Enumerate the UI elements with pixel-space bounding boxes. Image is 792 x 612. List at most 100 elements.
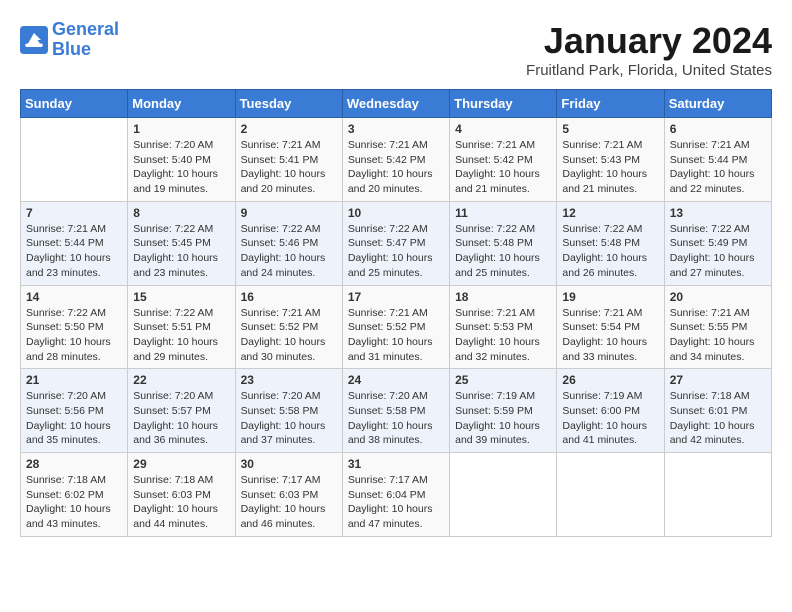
app-logo: General Blue <box>20 20 119 60</box>
day-number: 1 <box>133 122 229 136</box>
calendar-cell: 1 Sunrise: 7:20 AMSunset: 5:40 PMDaylight… <box>128 118 235 202</box>
day-info: Sunrise: 7:18 AMSunset: 6:03 PMDaylight:… <box>133 473 229 532</box>
title-block: January 2024 Fruitland Park, Florida, Un… <box>526 20 772 79</box>
day-info: Sunrise: 7:20 AMSunset: 5:56 PMDaylight:… <box>26 389 122 448</box>
calendar-cell: 15 Sunrise: 7:22 AMSunset: 5:51 PMDayligh… <box>128 285 235 369</box>
calendar-cell: 25 Sunrise: 7:19 AMSunset: 5:59 PMDayligh… <box>450 369 557 453</box>
calendar-cell: 10Sunrise: 7:22 AMSunset: 5:47 PMDayligh… <box>342 201 449 285</box>
calendar-cell <box>664 453 771 537</box>
day-number: 9 <box>241 206 337 220</box>
calendar-cell: 4Sunrise: 7:21 AMSunset: 5:42 PMDaylight… <box>450 118 557 202</box>
day-info: Sunrise: 7:19 AMSunset: 6:00 PMDaylight:… <box>562 389 658 448</box>
calendar-cell: 3Sunrise: 7:21 AMSunset: 5:42 PMDaylight… <box>342 118 449 202</box>
calendar-cell: 7 Sunrise: 7:21 AMSunset: 5:44 PMDaylight… <box>21 201 128 285</box>
day-number: 29 <box>133 457 229 471</box>
header-row: SundayMondayTuesdayWednesdayThursdayFrid… <box>21 90 772 118</box>
day-number: 10 <box>348 206 444 220</box>
calendar-header: SundayMondayTuesdayWednesdayThursdayFrid… <box>21 90 772 118</box>
calendar-cell: 17Sunrise: 7:21 AMSunset: 5:52 PMDayligh… <box>342 285 449 369</box>
logo-text: General Blue <box>52 20 119 60</box>
day-info: Sunrise: 7:22 AMSunset: 5:46 PMDaylight:… <box>241 222 337 281</box>
day-number: 25 <box>455 373 551 387</box>
day-number: 21 <box>26 373 122 387</box>
calendar-cell: 30 Sunrise: 7:17 AMSunset: 6:03 PMDayligh… <box>235 453 342 537</box>
calendar-cell: 8 Sunrise: 7:22 AMSunset: 5:45 PMDaylight… <box>128 201 235 285</box>
logo-icon <box>20 26 48 54</box>
calendar-cell: 24Sunrise: 7:20 AMSunset: 5:58 PMDayligh… <box>342 369 449 453</box>
calendar-cell: 27Sunrise: 7:18 AMSunset: 6:01 PMDayligh… <box>664 369 771 453</box>
calendar-table: SundayMondayTuesdayWednesdayThursdayFrid… <box>20 89 772 537</box>
day-number: 12 <box>562 206 658 220</box>
header-cell-saturday: Saturday <box>664 90 771 118</box>
day-info: Sunrise: 7:21 AMSunset: 5:55 PMDaylight:… <box>670 306 766 365</box>
day-info: Sunrise: 7:18 AMSunset: 6:02 PMDaylight:… <box>26 473 122 532</box>
calendar-cell: 29 Sunrise: 7:18 AMSunset: 6:03 PMDayligh… <box>128 453 235 537</box>
calendar-cell: 16 Sunrise: 7:21 AMSunset: 5:52 PMDayligh… <box>235 285 342 369</box>
day-number: 8 <box>133 206 229 220</box>
header-cell-monday: Monday <box>128 90 235 118</box>
calendar-cell: 26 Sunrise: 7:19 AMSunset: 6:00 PMDayligh… <box>557 369 664 453</box>
logo-line1: General <box>52 19 119 39</box>
day-number: 23 <box>241 373 337 387</box>
week-row-2: 7 Sunrise: 7:21 AMSunset: 5:44 PMDaylight… <box>21 201 772 285</box>
day-info: Sunrise: 7:17 AMSunset: 6:04 PMDaylight:… <box>348 473 444 532</box>
day-info: Sunrise: 7:19 AMSunset: 5:59 PMDaylight:… <box>455 389 551 448</box>
day-info: Sunrise: 7:20 AMSunset: 5:58 PMDaylight:… <box>241 389 337 448</box>
day-number: 28 <box>26 457 122 471</box>
day-number: 27 <box>670 373 766 387</box>
day-number: 5 <box>562 122 658 136</box>
day-number: 26 <box>562 373 658 387</box>
calendar-cell: 21 Sunrise: 7:20 AMSunset: 5:56 PMDayligh… <box>21 369 128 453</box>
day-info: Sunrise: 7:21 AMSunset: 5:54 PMDaylight:… <box>562 306 658 365</box>
calendar-body: 1 Sunrise: 7:20 AMSunset: 5:40 PMDaylight… <box>21 118 772 537</box>
day-number: 11 <box>455 206 551 220</box>
day-number: 30 <box>241 457 337 471</box>
calendar-cell: 18 Sunrise: 7:21 AMSunset: 5:53 PMDayligh… <box>450 285 557 369</box>
day-number: 7 <box>26 206 122 220</box>
header-cell-wednesday: Wednesday <box>342 90 449 118</box>
calendar-cell: 31Sunrise: 7:17 AMSunset: 6:04 PMDayligh… <box>342 453 449 537</box>
day-info: Sunrise: 7:22 AMSunset: 5:51 PMDaylight:… <box>133 306 229 365</box>
day-number: 24 <box>348 373 444 387</box>
day-info: Sunrise: 7:21 AMSunset: 5:44 PMDaylight:… <box>670 138 766 197</box>
day-info: Sunrise: 7:20 AMSunset: 5:40 PMDaylight:… <box>133 138 229 197</box>
header-cell-friday: Friday <box>557 90 664 118</box>
calendar-cell: 19 Sunrise: 7:21 AMSunset: 5:54 PMDayligh… <box>557 285 664 369</box>
day-info: Sunrise: 7:21 AMSunset: 5:44 PMDaylight:… <box>26 222 122 281</box>
day-number: 18 <box>455 290 551 304</box>
day-info: Sunrise: 7:21 AMSunset: 5:52 PMDaylight:… <box>348 306 444 365</box>
day-number: 13 <box>670 206 766 220</box>
page-header: General Blue January 2024 Fruitland Park… <box>20 20 772 79</box>
day-info: Sunrise: 7:21 AMSunset: 5:53 PMDaylight:… <box>455 306 551 365</box>
day-info: Sunrise: 7:22 AMSunset: 5:45 PMDaylight:… <box>133 222 229 281</box>
header-cell-thursday: Thursday <box>450 90 557 118</box>
day-info: Sunrise: 7:17 AMSunset: 6:03 PMDaylight:… <box>241 473 337 532</box>
calendar-cell: 23 Sunrise: 7:20 AMSunset: 5:58 PMDayligh… <box>235 369 342 453</box>
week-row-1: 1 Sunrise: 7:20 AMSunset: 5:40 PMDaylight… <box>21 118 772 202</box>
week-row-4: 21 Sunrise: 7:20 AMSunset: 5:56 PMDayligh… <box>21 369 772 453</box>
calendar-subtitle: Fruitland Park, Florida, United States <box>526 62 772 79</box>
calendar-cell: 20 Sunrise: 7:21 AMSunset: 5:55 PMDayligh… <box>664 285 771 369</box>
day-number: 2 <box>241 122 337 136</box>
calendar-cell: 28 Sunrise: 7:18 AMSunset: 6:02 PMDayligh… <box>21 453 128 537</box>
calendar-cell <box>450 453 557 537</box>
calendar-cell: 6Sunrise: 7:21 AMSunset: 5:44 PMDaylight… <box>664 118 771 202</box>
day-number: 4 <box>455 122 551 136</box>
day-info: Sunrise: 7:21 AMSunset: 5:43 PMDaylight:… <box>562 138 658 197</box>
day-number: 20 <box>670 290 766 304</box>
logo-line2: Blue <box>52 39 91 59</box>
day-number: 19 <box>562 290 658 304</box>
day-info: Sunrise: 7:20 AMSunset: 5:57 PMDaylight:… <box>133 389 229 448</box>
calendar-cell: 11 Sunrise: 7:22 AMSunset: 5:48 PMDayligh… <box>450 201 557 285</box>
day-info: Sunrise: 7:21 AMSunset: 5:52 PMDaylight:… <box>241 306 337 365</box>
day-number: 15 <box>133 290 229 304</box>
calendar-cell: 2Sunrise: 7:21 AMSunset: 5:41 PMDaylight… <box>235 118 342 202</box>
day-info: Sunrise: 7:22 AMSunset: 5:49 PMDaylight:… <box>670 222 766 281</box>
day-number: 16 <box>241 290 337 304</box>
day-info: Sunrise: 7:21 AMSunset: 5:42 PMDaylight:… <box>348 138 444 197</box>
header-cell-tuesday: Tuesday <box>235 90 342 118</box>
day-info: Sunrise: 7:22 AMSunset: 5:48 PMDaylight:… <box>455 222 551 281</box>
day-info: Sunrise: 7:22 AMSunset: 5:48 PMDaylight:… <box>562 222 658 281</box>
calendar-cell: 22Sunrise: 7:20 AMSunset: 5:57 PMDayligh… <box>128 369 235 453</box>
calendar-cell: 12 Sunrise: 7:22 AMSunset: 5:48 PMDayligh… <box>557 201 664 285</box>
